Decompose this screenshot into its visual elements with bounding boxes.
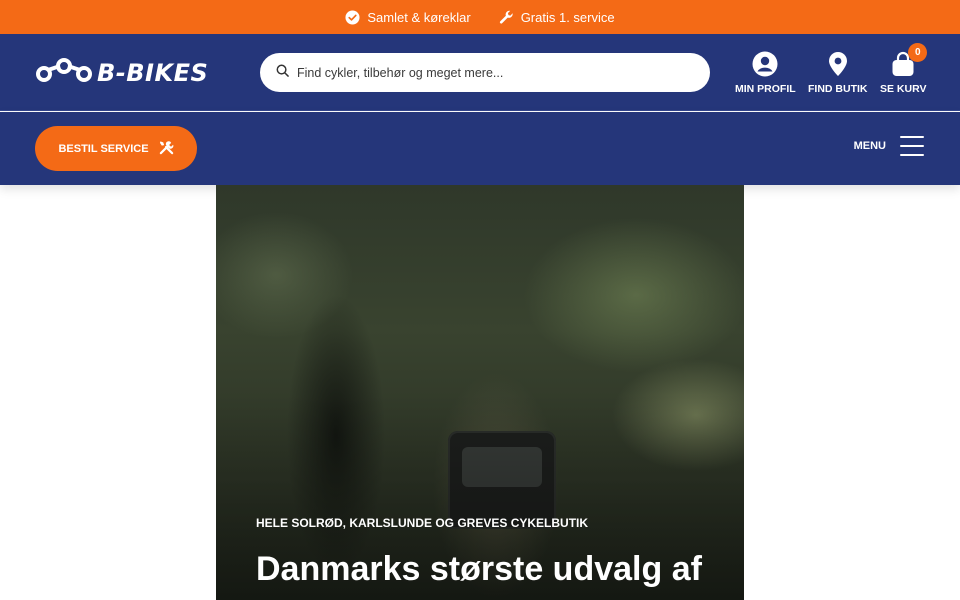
hero-banner: HELE SOLRØD, KARLSLUNDE OG GREVES CYKELB… bbox=[216, 185, 744, 600]
tools-icon bbox=[159, 140, 174, 158]
check-circle-icon bbox=[345, 9, 360, 25]
user-icon bbox=[752, 50, 778, 77]
logo-text: B-BIKES bbox=[97, 58, 209, 87]
usp-item: Samlet & køreklar bbox=[345, 9, 471, 25]
book-service-button[interactable]: BESTIL SERVICE bbox=[35, 126, 197, 171]
logo[interactable]: B-BIKES bbox=[35, 56, 208, 89]
hero-title: Danmarks største udvalg af bbox=[256, 550, 702, 588]
search-icon bbox=[276, 64, 289, 82]
hero-image-cargo-bike bbox=[448, 431, 556, 529]
hero-eyebrow: HELE SOLRØD, KARLSLUNDE OG GREVES CYKELB… bbox=[256, 516, 589, 530]
profile-link[interactable]: MIN PROFIL bbox=[735, 50, 796, 95]
cart-link[interactable]: 0 SE KURV bbox=[880, 43, 928, 95]
usp-bar: Samlet & køreklar Gratis 1. service bbox=[0, 0, 960, 34]
menu-toggle[interactable]: MENU bbox=[854, 136, 924, 156]
sub-navigation-bar: BESTIL SERVICE MENU bbox=[0, 112, 960, 185]
find-store-label: FIND BUTIK bbox=[808, 83, 868, 95]
usp-label: Samlet & køreklar bbox=[367, 9, 471, 25]
cart-count-badge: 0 bbox=[908, 43, 928, 62]
menu-label: MENU bbox=[853, 140, 886, 152]
profile-label: MIN PROFIL bbox=[735, 83, 796, 95]
hamburger-icon bbox=[900, 136, 924, 156]
chain-link-icon bbox=[35, 56, 93, 89]
usp-item: Gratis 1. service bbox=[499, 10, 615, 25]
search-input[interactable] bbox=[297, 65, 677, 80]
map-pin-icon bbox=[828, 50, 848, 77]
wrench-icon bbox=[499, 10, 514, 25]
usp-label: Gratis 1. service bbox=[520, 9, 615, 25]
search-bar[interactable] bbox=[260, 53, 710, 92]
main-header: B-BIKES MIN PROFIL FIND BUTIK 0 SE KURV bbox=[0, 34, 960, 111]
find-store-link[interactable]: FIND BUTIK bbox=[808, 50, 868, 95]
book-service-label: BESTIL SERVICE bbox=[58, 142, 149, 155]
shopping-bag-icon: 0 bbox=[891, 43, 928, 77]
cart-label: SE KURV bbox=[880, 83, 927, 95]
